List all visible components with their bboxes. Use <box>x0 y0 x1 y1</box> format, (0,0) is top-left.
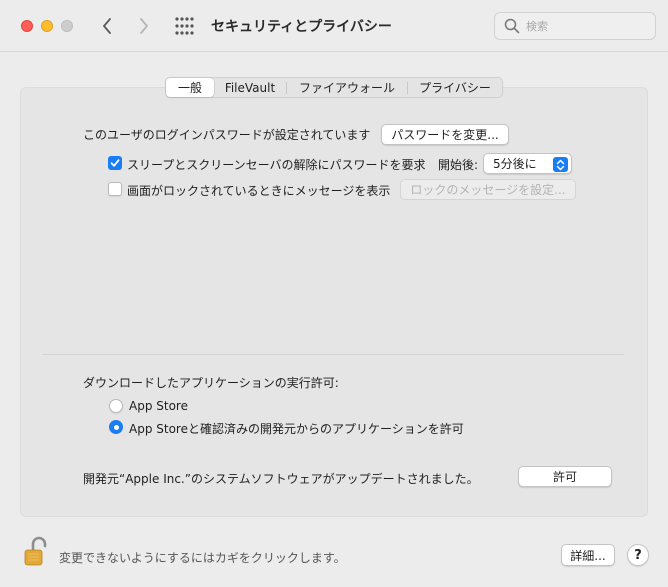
tab-filevault[interactable]: FileVault <box>214 78 286 97</box>
lock-hint-text: 変更できないようにするにはカギをクリックします。 <box>59 551 346 565</box>
radio-app-store-and-identified[interactable] <box>109 420 123 434</box>
advanced-button[interactable]: 詳細... <box>561 544 615 566</box>
radio-app-store-and-identified-label: App Storeと確認済みの開発元からのアプリケーションを許可 <box>129 422 464 436</box>
grid-icon <box>175 17 194 35</box>
require-password-label: スリープとスクリーンセーバの解除にパスワードを要求 <box>127 158 426 172</box>
minimize-window-button[interactable] <box>41 20 53 32</box>
forward-button[interactable] <box>134 14 154 38</box>
require-password-after-label: 開始後: <box>438 158 479 172</box>
chevron-left-icon <box>103 18 111 34</box>
tab-firewall[interactable]: ファイアウォール <box>287 78 407 97</box>
tab-firewall-label: ファイアウォール <box>298 81 395 95</box>
show-all-button[interactable] <box>175 17 195 35</box>
window-title: セキュリティとプライバシー <box>211 19 392 35</box>
radio-app-store[interactable] <box>109 399 123 413</box>
unlocked-padlock-icon <box>24 536 47 566</box>
chevron-right-icon <box>140 18 148 34</box>
general-panel <box>20 87 648 517</box>
radio-app-store-label: App Store <box>129 399 188 413</box>
checkmark-icon <box>110 159 120 167</box>
tab-general-label: 一般 <box>177 81 202 95</box>
tab-privacy[interactable]: プライバシー <box>408 78 502 97</box>
search-input[interactable] <box>526 19 646 33</box>
require-password-delay-value: 5分後に <box>493 157 537 171</box>
lock-button[interactable] <box>24 535 48 567</box>
tab-privacy-label: プライバシー <box>419 81 491 95</box>
tab-bar: 一般 FileVault ファイアウォール プライバシー <box>165 77 503 98</box>
help-button[interactable]: ? <box>627 544 649 566</box>
tab-general[interactable]: 一般 <box>166 78 214 97</box>
close-window-button[interactable] <box>21 20 33 32</box>
show-lock-message-label: 画面がロックされているときにメッセージを表示 <box>127 184 391 198</box>
allow-button[interactable]: 許可 <box>518 466 612 487</box>
require-password-delay-select[interactable]: 5分後に <box>483 153 572 174</box>
password-set-text: このユーザのログインパスワードが設定されています <box>83 128 371 142</box>
download-permission-heading: ダウンロードしたアプリケーションの実行許可: <box>83 376 339 390</box>
require-password-checkbox[interactable] <box>108 156 122 170</box>
set-lock-message-button[interactable]: ロックのメッセージを設定... <box>400 179 576 200</box>
radio-dot <box>113 424 119 430</box>
search-icon <box>504 18 520 34</box>
updown-chevron-icon <box>553 157 568 172</box>
title-bar: セキュリティとプライバシー <box>0 0 668 52</box>
back-button[interactable] <box>97 14 117 38</box>
section-divider <box>43 354 624 355</box>
zoom-window-button[interactable] <box>61 20 73 32</box>
search-field[interactable] <box>494 12 656 40</box>
show-lock-message-checkbox[interactable] <box>108 182 122 196</box>
blocked-software-text: 開発元“Apple Inc.”のシステムソフトウェアがアップデートされました。 <box>83 472 479 486</box>
change-password-button[interactable]: パスワードを変更... <box>381 124 509 145</box>
tab-filevault-label: FileVault <box>224 80 276 95</box>
